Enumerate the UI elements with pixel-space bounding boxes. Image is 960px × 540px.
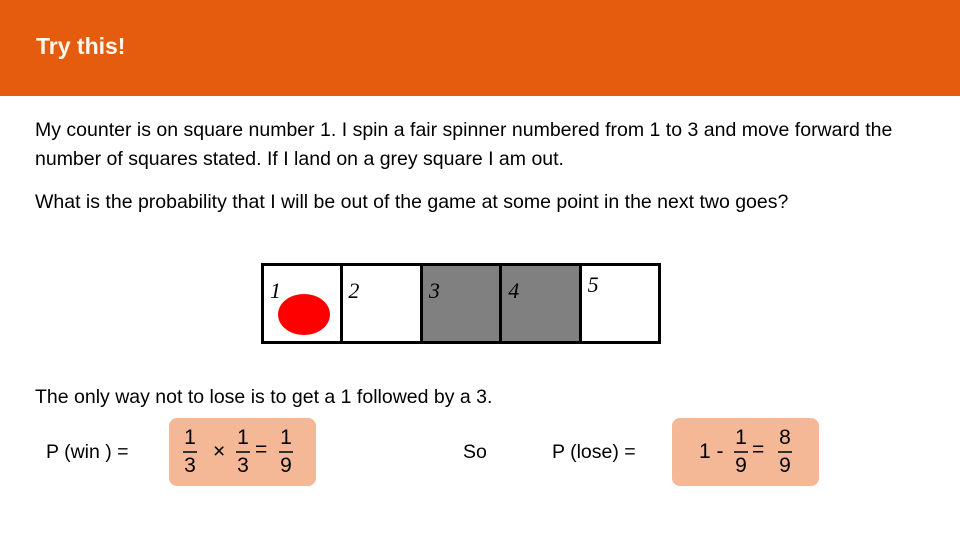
- p-lose-label: P (lose) =: [552, 441, 636, 463]
- lose-calculation-box: 1 - 1 9 = 8 9: [672, 418, 819, 486]
- board-square-5: 5: [581, 266, 659, 341]
- p-win-label: P (win ) =: [46, 441, 129, 463]
- fraction-one-ninth: 1 9: [279, 426, 293, 478]
- board-square-4: 4: [502, 266, 582, 341]
- fraction-bar: [279, 451, 293, 453]
- numerator: 1: [280, 426, 292, 449]
- fraction-eight-ninths: 8 9: [778, 426, 792, 478]
- denominator: 3: [237, 453, 249, 477]
- board-square-2: 2: [343, 266, 423, 341]
- square-number: 4: [508, 278, 520, 303]
- square-number: 1: [270, 278, 281, 303]
- problem-question: What is the probability that I will be o…: [35, 191, 789, 213]
- fraction-bar: [236, 451, 250, 453]
- square-number: 5: [587, 272, 599, 297]
- denominator: 9: [779, 453, 791, 477]
- numerator: 8: [779, 426, 791, 449]
- fraction-one-third: 1 3: [236, 426, 250, 478]
- denominator: 9: [735, 453, 747, 477]
- numerator: 1: [184, 426, 196, 449]
- square-number: 2: [348, 278, 360, 303]
- fraction-one-third: 1 3: [183, 426, 197, 478]
- board-square-1: 1: [264, 266, 344, 341]
- equals-sign: =: [255, 438, 268, 461]
- fraction-bar: [734, 451, 748, 453]
- equals-sign: =: [752, 438, 765, 461]
- multiply-sign: ×: [213, 440, 226, 463]
- win-calculation-box: 1 3 × 1 3 = 1 9: [169, 418, 316, 486]
- fraction-bar: [183, 451, 197, 453]
- solution-explanation: The only way not to lose is to get a 1 f…: [35, 386, 493, 408]
- numerator: 1: [237, 426, 249, 449]
- header-bar: Try this!: [0, 0, 960, 96]
- fraction-one-ninth: 1 9: [734, 426, 748, 478]
- denominator: 9: [280, 453, 292, 477]
- numerator: 1: [735, 426, 747, 449]
- board-square-3: 3: [422, 266, 503, 341]
- fraction-bar: [778, 451, 792, 453]
- red-counter: [278, 294, 330, 335]
- problem-paragraph-1: My counter is on square number 1. I spin…: [35, 119, 893, 170]
- square-number: 3: [428, 278, 440, 303]
- one-minus: 1 -: [699, 440, 724, 463]
- denominator: 3: [184, 453, 196, 477]
- game-board: 1 2 3 4 5: [261, 263, 661, 344]
- so-label: So: [463, 441, 487, 463]
- slide-title: Try this!: [36, 33, 126, 59]
